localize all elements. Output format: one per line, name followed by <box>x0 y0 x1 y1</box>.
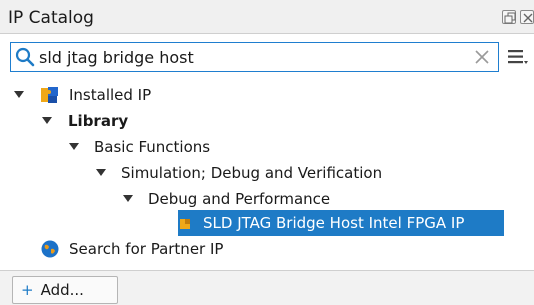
globe-icon <box>41 240 59 258</box>
expand-arrow-icon[interactable] <box>42 117 52 125</box>
expand-arrow-icon[interactable] <box>14 91 24 99</box>
search-box[interactable] <box>10 42 499 72</box>
ip-core-icon <box>180 219 190 229</box>
search-icon <box>15 47 35 67</box>
expand-arrow-icon[interactable] <box>69 143 79 151</box>
clear-icon[interactable] <box>473 48 491 66</box>
tree-item-label: Search for Partner IP <box>69 240 224 258</box>
search-input[interactable] <box>39 46 459 68</box>
tree-item-label: Debug and Performance <box>148 190 331 208</box>
expand-arrow-icon[interactable] <box>96 169 106 177</box>
title-bar: IP Catalog <box>0 0 534 34</box>
add-ip-button[interactable]: + Add... <box>12 276 118 304</box>
add-button-label: Add... <box>40 281 84 299</box>
restore-icon[interactable] <box>502 10 516 24</box>
tree-item-installed-ip[interactable]: Installed IP <box>0 82 534 108</box>
panel-title: IP Catalog <box>8 8 94 28</box>
tree-item-label: Simulation; Debug and Verification <box>121 164 383 182</box>
tree-item-label: Basic Functions <box>94 138 211 156</box>
expand-arrow-icon[interactable] <box>123 195 133 203</box>
bottom-toolbar: + Add... <box>0 270 534 305</box>
tree-item-debug-performance[interactable]: Debug and Performance <box>0 186 534 212</box>
tree-item-simulation-debug[interactable]: Simulation; Debug and Verification <box>0 160 534 186</box>
tree-item-label: Library <box>68 112 129 130</box>
ip-catalog-panel: IP Catalog sld jtag bridge host Installe… <box>0 0 534 305</box>
tree-item-label: SLD JTAG Bridge Host Intel FPGA IP <box>203 214 465 232</box>
tree-item-basic-functions[interactable]: Basic Functions <box>0 134 534 160</box>
tree-item-label: Installed IP <box>69 86 152 104</box>
plus-icon: + <box>21 281 34 299</box>
hamburger-menu-icon[interactable] <box>507 48 529 66</box>
tree-item-library[interactable]: Library <box>0 108 534 134</box>
installed-ip-puzzle-icon <box>41 87 58 103</box>
close-icon[interactable] <box>520 10 534 24</box>
tree-item-sld-jtag-bridge-host[interactable]: SLD JTAG Bridge Host Intel FPGA IP <box>0 210 534 236</box>
tree-item-partner-ip[interactable]: Search for Partner IP <box>0 236 534 262</box>
